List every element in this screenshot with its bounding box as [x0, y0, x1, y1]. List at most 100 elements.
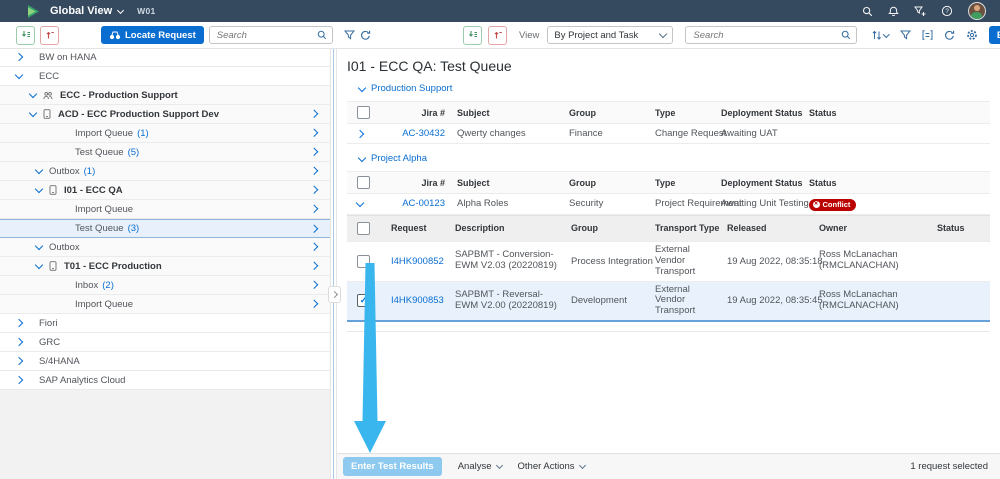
expand-chevron-icon[interactable]: [14, 356, 24, 366]
column-header[interactable]: Subject: [451, 174, 563, 192]
refresh-icon[interactable]: [944, 30, 955, 41]
settings-gear-icon[interactable]: [966, 29, 978, 41]
expand-chevron-icon[interactable]: [14, 52, 24, 62]
cell-request[interactable]: I4HK900852: [385, 253, 449, 270]
queue-search-input[interactable]: [691, 28, 838, 42]
jira-row[interactable]: AC-00123 Alpha Roles Security Project Requi…: [347, 194, 990, 215]
tree-item[interactable]: ECC - Production Support: [0, 86, 330, 105]
cell-jira[interactable]: AC-00123: [385, 195, 451, 212]
request-row[interactable]: I4HK900852 SAPBMT - Conversion-EWM V2.03 …: [347, 241, 990, 282]
column-header[interactable]: Status: [803, 174, 990, 192]
tree-item[interactable]: Outbox (1): [0, 162, 330, 181]
navigate-chevron-icon[interactable]: [309, 129, 318, 137]
help-icon[interactable]: ?: [941, 5, 953, 17]
navigate-chevron-icon[interactable]: [309, 281, 318, 289]
expand-chevron-icon[interactable]: [14, 318, 24, 328]
locate-request-button[interactable]: Locate Request: [101, 26, 204, 44]
column-header[interactable]: Released: [721, 219, 813, 237]
reject-requests-button[interactable]: [40, 25, 59, 45]
cell-request[interactable]: I4HK900853: [385, 292, 449, 309]
tree-item[interactable]: S/4HANA: [0, 352, 330, 371]
navigate-chevron-icon[interactable]: [309, 300, 318, 308]
tree-item[interactable]: ECC: [0, 67, 330, 86]
navigate-chevron-icon[interactable]: [309, 262, 318, 270]
panel-splitter[interactable]: [328, 48, 341, 479]
navigate-chevron-icon[interactable]: [309, 205, 318, 213]
row-expand-chevron[interactable]: [355, 129, 365, 138]
sort-icon[interactable]: [871, 30, 890, 40]
enter-test-results-button[interactable]: Enter Test Results: [343, 457, 442, 476]
tree-item-count[interactable]: (1): [84, 166, 96, 177]
request-row[interactable]: I4HK900853 SAPBMT - Reversal-EWM V2.00 (2…: [347, 281, 990, 323]
select-all-checkbox[interactable]: [357, 106, 370, 119]
row-checkbox[interactable]: [357, 254, 370, 268]
row-checkbox[interactable]: [357, 294, 370, 308]
navigate-chevron-icon[interactable]: [309, 148, 318, 156]
column-header[interactable]: Request: [385, 219, 449, 237]
column-header[interactable]: Type: [649, 104, 715, 122]
tree-item[interactable]: SAP Analytics Cloud: [0, 371, 330, 390]
tree-item-count[interactable]: (3): [128, 223, 140, 234]
navigate-chevron-icon[interactable]: [309, 167, 318, 175]
tree-item[interactable]: Test Queue (3): [0, 219, 330, 238]
navigate-chevron-icon[interactable]: [309, 224, 318, 233]
tree-item[interactable]: Import Queue: [0, 295, 330, 314]
reject-requests-button[interactable]: [488, 25, 507, 45]
column-header[interactable]: Transport Type: [649, 219, 721, 237]
workspace-switcher[interactable]: Global View: [50, 5, 125, 17]
tree-item-count[interactable]: (1): [137, 128, 149, 139]
column-header[interactable]: Group: [563, 104, 649, 122]
select-all-checkbox[interactable]: [357, 176, 370, 189]
tree-item[interactable]: I01 - ECC QA: [0, 181, 330, 200]
column-header[interactable]: Owner: [813, 219, 931, 237]
column-header[interactable]: Group: [565, 219, 649, 237]
navigate-chevron-icon[interactable]: [309, 243, 318, 251]
collapse-chevron-icon[interactable]: [34, 184, 44, 194]
tree-item[interactable]: Test Queue (5): [0, 143, 330, 162]
jira-row[interactable]: AC-30432 Qwerty changes Finance Change Requ…: [347, 124, 990, 144]
tree-item[interactable]: BW on HANA: [0, 48, 330, 67]
tree-item-count[interactable]: (5): [128, 147, 140, 158]
user-avatar[interactable]: [968, 2, 986, 20]
tree-item[interactable]: Import Queue: [0, 200, 330, 219]
filter-add-icon[interactable]: [914, 6, 926, 17]
search-icon[interactable]: [841, 30, 851, 40]
group-settings-icon[interactable]: [922, 30, 933, 40]
navigate-chevron-icon[interactable]: [309, 110, 318, 118]
expand-chevron-icon[interactable]: [14, 375, 24, 385]
tree-item[interactable]: GRC: [0, 333, 330, 352]
tree-item-count[interactable]: (2): [102, 280, 114, 291]
section-toggle[interactable]: Production Support: [347, 83, 990, 94]
row-collapse-chevron[interactable]: [355, 198, 365, 208]
column-header[interactable]: Description: [449, 219, 565, 237]
tree-item[interactable]: Fiori: [0, 314, 330, 333]
tree-search-input[interactable]: [214, 28, 313, 42]
search-icon[interactable]: [862, 6, 873, 17]
cell-jira[interactable]: AC-30432: [385, 125, 451, 142]
collapse-chevron-icon[interactable]: [34, 241, 44, 251]
column-header[interactable]: Status: [803, 104, 990, 122]
splitter-handle[interactable]: [328, 286, 341, 303]
column-header[interactable]: Status: [931, 219, 990, 237]
collapse-chevron-icon[interactable]: [28, 89, 38, 99]
select-all-checkbox[interactable]: [357, 221, 370, 235]
column-header[interactable]: Deployment Status: [715, 104, 803, 122]
view-select[interactable]: By Project and Task: [547, 26, 674, 44]
column-header[interactable]: Deployment Status: [715, 174, 803, 192]
column-header[interactable]: Jira #: [385, 174, 451, 192]
tree-item[interactable]: Import Queue (1): [0, 124, 330, 143]
filter-icon[interactable]: [899, 30, 911, 40]
expand-chevron-icon[interactable]: [14, 337, 24, 347]
column-header[interactable]: Group: [563, 174, 649, 192]
tree-item[interactable]: ACD - ECC Production Support Dev: [0, 105, 330, 124]
column-header[interactable]: Type: [649, 174, 715, 192]
collapse-chevron-icon[interactable]: [34, 260, 44, 270]
collapse-chevron-icon[interactable]: [34, 165, 44, 175]
navigate-chevron-icon[interactable]: [309, 186, 318, 194]
tree-item[interactable]: T01 - ECC Production: [0, 257, 330, 276]
tree-item[interactable]: Outbox: [0, 238, 330, 257]
accept-requests-button[interactable]: [16, 25, 35, 45]
other-actions-menu[interactable]: Other Actions: [518, 461, 586, 472]
search-icon[interactable]: [317, 30, 327, 40]
notifications-bell-icon[interactable]: [888, 6, 899, 17]
